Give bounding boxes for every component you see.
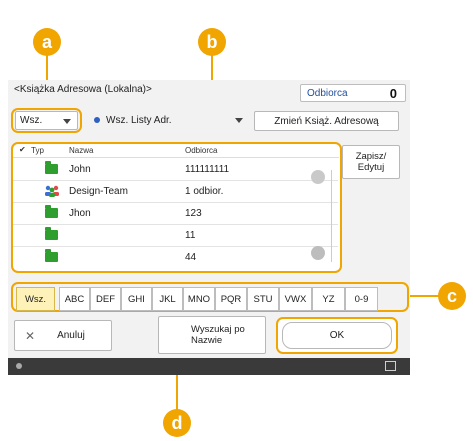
row-name: Jhon [69,208,91,219]
tab-pqr[interactable]: PQR [215,287,247,311]
type-column-header: Typ [31,146,44,155]
callout-b: b [198,28,226,56]
tab-def[interactable]: DEF [90,287,121,311]
tab-stu[interactable]: STU [247,287,279,311]
row-name: Design-Team [69,186,128,197]
tab-jkl[interactable]: JKL [152,287,183,311]
tab-0-9[interactable]: 0-9 [345,287,378,311]
callout-a: a [33,28,61,56]
status-icon [16,363,22,369]
index-tabs: Wsz. ABC DEF GHI JKL MNO PQR STU VWX YZ … [11,282,409,312]
folder-icon [45,161,58,174]
tab-all[interactable]: Wsz. [16,287,55,311]
row-recipient: 1 odbior. [185,186,224,197]
tab-abc[interactable]: ABC [59,287,90,311]
name-column-header: Nazwa [69,146,94,155]
table-row[interactable]: Design-Team 1 odbior. [13,181,338,203]
group-icon [45,185,59,197]
cancel-label: Anuluj [57,330,85,341]
callout-c: c [438,282,466,310]
recipient-label: Odbiorca [307,88,348,99]
address-list-value: Wsz. Listy Adr. [106,115,172,126]
recipient-column-header: Odbiorca [185,146,218,155]
scroll-down-icon[interactable] [311,246,325,260]
scroll-up-icon[interactable] [311,170,325,184]
search-by-name-button[interactable]: Wyszukaj po Nazwie [158,316,266,354]
type-filter-value: Wsz. [20,115,43,126]
list-bullet-icon [94,117,100,123]
close-icon: ✕ [25,328,36,343]
scroll-track [331,170,332,262]
folder-icon [45,205,58,218]
page-title: <Książka Adresowa (Lokalna)> [14,84,152,95]
screen-switch-icon[interactable] [385,361,396,371]
tab-vwx[interactable]: VWX [279,287,312,311]
row-recipient: 123 [185,208,202,219]
table-row[interactable]: 44 [13,247,338,268]
chevron-down-icon [63,119,71,124]
save-edit-button[interactable]: Zapisz/ Edytuj [342,145,400,179]
row-recipient: 111111111 [185,164,230,175]
address-list-dropdown[interactable]: Wsz. Listy Adr. [86,111,246,130]
tab-yz[interactable]: YZ [312,287,345,311]
search-by-name-label: Wyszukaj po Nazwie [191,324,245,346]
table-row[interactable]: 11 [13,225,338,247]
table-row[interactable]: Jhon 123 [13,203,338,225]
row-name: John [69,164,91,175]
folder-icon [45,227,58,240]
chevron-down-icon [235,118,243,123]
row-recipient: 44 [185,252,197,263]
table-row[interactable]: John 111111111 [13,159,338,181]
ok-button[interactable]: OK [282,322,392,349]
change-address-book-button[interactable]: Zmień Książ. Adresową [254,111,399,131]
status-bar [8,358,410,375]
tab-ghi[interactable]: GHI [121,287,152,311]
address-book-panel: <Książka Adresowa (Lokalna)> Odbiorca 0 … [8,80,410,375]
table-header: ✔ Typ Nazwa Odbiorca [13,144,339,158]
tab-mno[interactable]: MNO [183,287,215,311]
cancel-button[interactable]: ✕ Anuluj [14,320,112,351]
table-scrollbar[interactable] [307,164,335,268]
type-filter-dropdown[interactable]: Wsz. [15,111,78,130]
row-recipient: 11 [185,230,196,241]
check-column-header: ✔ [19,145,26,154]
address-table: ✔ Typ Nazwa Odbiorca John 111111111 Desi… [11,142,342,273]
callout-d: d [163,409,191,437]
recipient-count: 0 [389,86,397,101]
folder-icon [45,249,58,262]
recipient-counter: Odbiorca 0 [300,84,406,102]
